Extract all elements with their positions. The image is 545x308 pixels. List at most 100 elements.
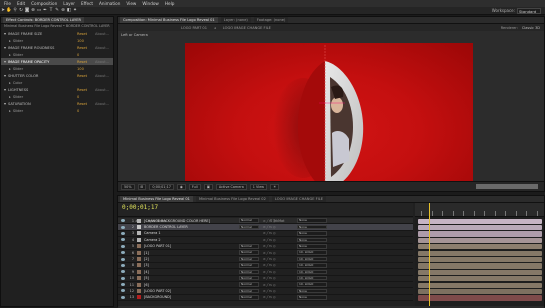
layer-duration-bar[interactable] (418, 269, 542, 276)
menu-item-edit[interactable]: Edit (17, 1, 25, 6)
layer-name[interactable]: [4] (144, 270, 239, 274)
effect-reset[interactable]: Reset (77, 88, 95, 92)
effect-row[interactable]: SHUTTER COLOR Reset About... (1, 72, 113, 79)
time-ruler[interactable] (415, 203, 544, 217)
layer-switches[interactable]: ⊘ ╱ fx ◎ (263, 270, 297, 274)
menu-item-animation[interactable]: Animation (99, 1, 120, 6)
layer-mode-select[interactable]: Normal (239, 244, 259, 249)
layer-duration-bar[interactable] (418, 237, 542, 244)
layer-name[interactable]: [3] (144, 263, 239, 267)
timeline-graph[interactable] (415, 203, 544, 307)
layer-name[interactable]: [CHANGE BACKGROUND COLOR HERE] (144, 219, 239, 223)
exposure-bar[interactable] (476, 184, 538, 189)
expand-triangle-icon[interactable] (4, 46, 6, 49)
layer-switches[interactable]: ⊘ ╱ fx ◎ (263, 263, 297, 267)
layer-name[interactable]: [1] (144, 251, 239, 255)
layer-duration-bar[interactable] (418, 231, 542, 237)
tab-composition[interactable]: Composition: Minimal Business File Logo … (120, 17, 218, 23)
menu-item-effect[interactable]: Effect (81, 1, 93, 6)
label-color-swatch[interactable] (137, 295, 141, 300)
layer-parent-select[interactable]: None (297, 295, 327, 300)
effect-property-row[interactable]: ▸ Slider 0 (1, 51, 113, 58)
exposure-icon[interactable]: ☀ (270, 183, 280, 190)
layer-switches[interactable]: ⊘ ╱ fx ◎ (263, 295, 297, 299)
collapse-triangle-icon[interactable]: ▸ (9, 67, 11, 71)
menu-item-view[interactable]: View (126, 1, 136, 6)
layer-parent-select[interactable]: 10. LOGO (297, 269, 327, 275)
layer-parent-select[interactable]: 10. LOGO (297, 250, 327, 255)
layer-name[interactable]: [2] (144, 257, 239, 261)
eye-icon[interactable] (121, 263, 125, 267)
views-select[interactable]: 1 View (249, 183, 268, 190)
layer-switches[interactable]: ⊘ ╱ fx ◎ (263, 251, 297, 255)
timecode[interactable]: 0;00;01;17 (122, 204, 158, 211)
layer-mode-select[interactable]: Normal (239, 250, 259, 255)
effect-row[interactable]: IMAGE FRAME ROUDNESS Reset About... (1, 44, 113, 51)
effect-property-row[interactable]: ▸ Slider 0 (1, 107, 113, 114)
tab-layer[interactable]: Layer: (none) (220, 17, 251, 23)
label-color-swatch[interactable] (137, 269, 141, 274)
effect-reset[interactable]: Reset (77, 102, 95, 106)
effect-reset[interactable]: 0 (77, 53, 95, 57)
layer-mode-select[interactable]: Normal (239, 218, 259, 223)
layer-duration-bar[interactable] (418, 250, 542, 256)
layer-switches[interactable]: ⊘ ╱ fx ◎ (263, 219, 297, 223)
menu-item-window[interactable]: Window (142, 1, 159, 6)
layer-duration-bar[interactable] (418, 276, 542, 282)
collapse-triangle-icon[interactable]: ▸ (9, 95, 11, 99)
layer-duration-bar[interactable] (418, 256, 542, 263)
layer-mode-select[interactable]: Normal (239, 269, 259, 275)
label-color-swatch[interactable] (137, 276, 141, 281)
effect-reset[interactable]: 0 (77, 95, 95, 99)
label-color-swatch[interactable] (137, 244, 141, 249)
label-color-swatch[interactable] (137, 257, 141, 262)
layer-switches[interactable]: ⊘ ╱ fx ◎ (263, 238, 297, 242)
layer-mode-select[interactable]: Normal (239, 224, 259, 230)
layer-name[interactable]: [LOGO PART 02] (144, 289, 239, 293)
current-time-readout[interactable]: 0;00;01;17 (149, 183, 174, 190)
layer-parent-select[interactable]: None (297, 224, 327, 230)
composition-viewer[interactable]: Left or Camera (118, 31, 544, 181)
layer-name[interactable]: Camera 1 (144, 231, 239, 235)
sub-tab-logo-image-change[interactable]: LOGO IMAGE CHANGE FILE (219, 24, 274, 31)
label-color-swatch[interactable] (137, 225, 141, 230)
effect-about[interactable]: About... (95, 88, 113, 92)
label-color-swatch[interactable] (137, 288, 141, 293)
layer-name[interactable]: [5] (144, 276, 239, 280)
label-color-swatch[interactable] (137, 263, 141, 268)
menu-item-layer[interactable]: Layer (63, 1, 75, 6)
menu-item-composition[interactable]: Composition (31, 1, 57, 6)
label-color-swatch[interactable] (137, 231, 141, 236)
tab-timeline-01[interactable]: Minimal Business File Logo Reveal 01 (120, 196, 193, 202)
label-color-swatch[interactable] (137, 218, 141, 223)
effect-property-row[interactable]: ▸ Slider 100 (1, 65, 113, 72)
collapse-triangle-icon[interactable]: ▸ (9, 53, 11, 57)
effect-reset[interactable]: Reset (77, 46, 95, 50)
roi-icon[interactable]: ▣ (203, 183, 213, 190)
effect-row[interactable]: IMAGE FRAME OPACITY Reset About... (1, 58, 113, 65)
workspace-select[interactable]: Standard (517, 8, 541, 14)
layer-duration-bar[interactable] (418, 288, 542, 295)
layer-parent-select[interactable]: 10. LOGO (297, 282, 327, 287)
layer-mode-select[interactable]: Normal (239, 295, 259, 300)
eye-icon[interactable] (121, 225, 125, 229)
expand-triangle-icon[interactable] (4, 60, 6, 63)
layer-switches[interactable]: ⊘ ╱ fx ◎ (263, 257, 297, 261)
layer-name[interactable]: Camera 2 (144, 238, 239, 242)
expand-triangle-icon[interactable] (4, 74, 6, 77)
sub-tab-logo-part[interactable]: LOGO PART 01 (178, 24, 210, 31)
layer-parent-select[interactable]: None (297, 218, 327, 223)
layer-name[interactable]: BORDER CONTROL LAYER (144, 225, 239, 229)
effect-about[interactable]: About... (95, 32, 113, 36)
tab-timeline-03[interactable]: LOGO IMAGE CHANGE FILE (271, 196, 327, 202)
tab-timeline-02[interactable]: Minimal Business File Logo Reveal 02 (195, 196, 269, 202)
eye-icon[interactable] (121, 276, 125, 280)
layer-parent-select[interactable]: 10. LOGO (297, 263, 327, 268)
expand-triangle-icon[interactable] (4, 88, 6, 91)
label-color-swatch[interactable] (137, 282, 141, 287)
effect-about[interactable]: About... (95, 74, 113, 78)
tab-effect-controls[interactable]: Effect Controls: BORDER CONTROL LAYER (3, 17, 85, 23)
effect-reset[interactable]: 100 (77, 67, 95, 71)
expand-triangle-icon[interactable] (4, 32, 6, 35)
layer-parent-select[interactable]: None (297, 288, 327, 294)
